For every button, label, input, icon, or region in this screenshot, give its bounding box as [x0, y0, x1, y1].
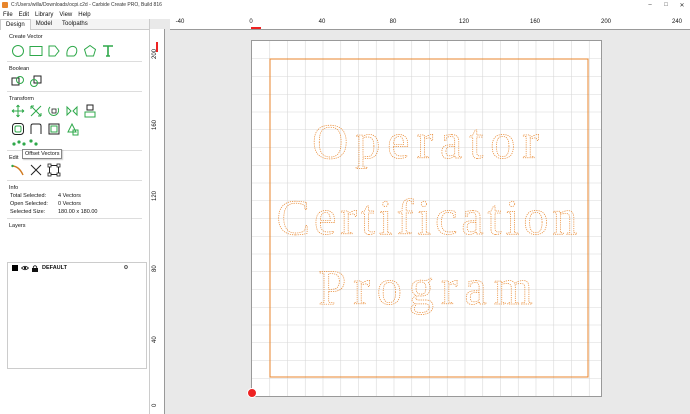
ruler-y-label: 40 [152, 336, 158, 343]
ruler-x-label: -40 [175, 19, 185, 25]
ruler-x-label: 200 [600, 19, 612, 25]
ruler-left: 200 160 120 80 40 0 [150, 29, 165, 414]
join-icon[interactable] [29, 122, 43, 136]
offset-vectors-icon[interactable] [11, 122, 25, 136]
tab-toolpaths[interactable]: Toolpaths [57, 19, 93, 29]
ruler-x-label: 160 [529, 19, 541, 25]
origin-marker [247, 388, 257, 398]
text-icon[interactable] [101, 44, 115, 58]
node-edit-icon[interactable] [11, 163, 25, 177]
eye-icon[interactable] [21, 265, 29, 271]
section-boolean: Boolean [9, 66, 30, 72]
menu-library[interactable]: Library [32, 12, 56, 18]
section-layers: Layers [9, 223, 26, 229]
ruler-y-label: 0 [152, 403, 158, 407]
gear-icon[interactable]: ⚙ [106, 265, 146, 271]
dots-icon[interactable] [11, 137, 51, 147]
ruler-x-label: 80 [389, 19, 397, 25]
design-sheet[interactable]: Operator Certification Program [251, 40, 602, 397]
rotate-icon[interactable] [47, 104, 61, 118]
app-icon [2, 2, 8, 8]
tab-model[interactable]: Model [31, 19, 57, 29]
union-icon[interactable] [11, 74, 25, 88]
triangle-shapes-icon[interactable] [65, 122, 79, 136]
window-title: C:/Users/willa/Downloads/ocpi.c2d - Carb… [11, 2, 162, 8]
scale-icon[interactable] [29, 104, 43, 118]
design-canvas: Operator Certification Program [252, 41, 601, 396]
layer-name: DEFAULT [42, 265, 67, 271]
tab-design[interactable]: Design [0, 19, 31, 30]
lock-icon[interactable] [31, 264, 39, 272]
circle-icon[interactable] [11, 44, 25, 58]
rectangle-icon[interactable] [29, 44, 43, 58]
ruler-x-label: 40 [318, 19, 326, 25]
menu-file[interactable]: File [0, 12, 16, 18]
offset-vectors-tooltip: Offset Vectors [22, 149, 63, 159]
ruler-x-marker [251, 27, 261, 29]
text-vector-line[interactable]: Certification [276, 189, 582, 246]
pentagon-icon[interactable] [83, 44, 97, 58]
layer-color-swatch[interactable] [12, 265, 18, 271]
info-selected-size: Selected Size: 180.00 x 180.00 [10, 209, 98, 215]
menu-edit[interactable]: Edit [16, 12, 32, 18]
title-bar: C:/Users/willa/Downloads/ocpi.c2d - Carb… [0, 0, 690, 10]
layers-list: DEFAULT ⚙ [7, 262, 147, 369]
bounding-box-icon[interactable] [47, 163, 61, 177]
menu-view[interactable]: View [56, 12, 75, 18]
subtract-icon[interactable] [29, 74, 43, 88]
menu-help[interactable]: Help [75, 12, 93, 18]
text-vector-line[interactable]: Operator [312, 113, 546, 170]
mirror-icon[interactable] [65, 104, 79, 118]
layer-row[interactable]: DEFAULT ⚙ [8, 263, 146, 273]
info-total-selected: Total Selected: 4 Vectors [10, 193, 81, 199]
minimize-button[interactable]: – [642, 0, 658, 10]
section-info: Info [9, 185, 19, 191]
ruler-x-label: 120 [458, 19, 470, 25]
ruler-x-label: 0 [249, 19, 253, 25]
text-vector-line[interactable]: Program [318, 259, 539, 316]
group-icon[interactable] [47, 122, 61, 136]
info-open-selected: Open Selected: 0 Vectors [10, 201, 81, 207]
tab-bar: Design Model Toolpaths [0, 19, 149, 30]
close-button[interactable]: ✕ [674, 0, 690, 10]
ruler-y-label: 160 [152, 119, 158, 130]
section-create-vector: Create Vector [9, 34, 43, 40]
move-icon[interactable] [11, 104, 25, 118]
ruler-x-label: 240 [671, 19, 683, 25]
canvas-area[interactable]: -40 0 40 80 120 160 200 240 200 160 120 … [150, 19, 690, 414]
curve-icon[interactable] [65, 44, 79, 58]
ruler-y-marker [156, 42, 158, 52]
ruler-y-label: 120 [152, 190, 158, 201]
trim-icon[interactable] [29, 163, 43, 177]
left-panel: Design Model Toolpaths Create Vector Boo… [0, 19, 150, 414]
ruler-top: -40 0 40 80 120 160 200 240 [170, 19, 690, 30]
ruler-y-label: 80 [152, 265, 158, 272]
maximize-button[interactable]: □ [658, 0, 674, 10]
menu-bar: File Edit Library View Help [0, 10, 690, 19]
section-transform: Transform [9, 96, 34, 102]
polygon-icon[interactable] [47, 44, 61, 58]
align-icon[interactable] [83, 104, 97, 118]
